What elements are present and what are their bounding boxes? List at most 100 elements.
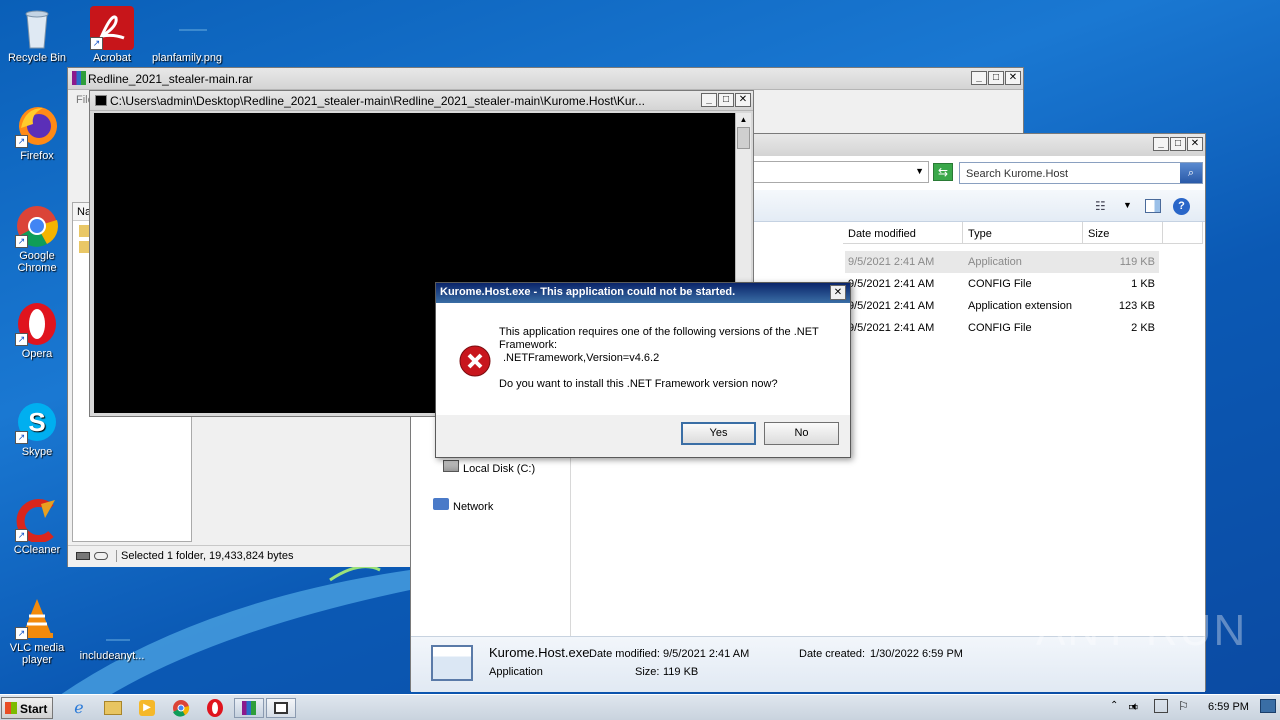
- minimize-button[interactable]: _: [701, 93, 717, 107]
- dialog-title: Kurome.Host.exe - This application could…: [440, 286, 736, 298]
- start-button[interactable]: Start: [1, 697, 53, 719]
- console-title: C:\Users\admin\Desktop\Redline_2021_stea…: [110, 94, 645, 108]
- shortcut-arrow-icon: ↗: [15, 333, 28, 346]
- file-size: 119 KB: [1119, 256, 1155, 268]
- windows-logo-icon: [5, 702, 17, 714]
- console-titlebar[interactable]: C:\Users\admin\Desktop\Redline_2021_stea…: [90, 91, 753, 111]
- desktop-icon-acrobat[interactable]: ↗ Acrobat: [75, 6, 149, 64]
- chevron-down-icon[interactable]: ▼: [915, 166, 924, 176]
- refresh-button[interactable]: ⇆: [933, 163, 953, 181]
- shortcut-arrow-icon: ↗: [90, 37, 103, 50]
- file-date: 9/5/2021 2:41 AM: [848, 278, 935, 290]
- opera-taskbar-icon[interactable]: [204, 698, 226, 718]
- details-date-modified: 9/5/2021 2:41 AM: [663, 648, 750, 660]
- drive-icon: [76, 552, 90, 560]
- maximize-button[interactable]: □: [988, 71, 1004, 85]
- volume-icon[interactable]: 🔈︎: [1132, 699, 1139, 714]
- explorer-address-bar[interactable]: ▼: [751, 161, 929, 183]
- shortcut-arrow-icon: ↗: [15, 235, 28, 248]
- error-dialog[interactable]: Kurome.Host.exe - This application could…: [435, 282, 851, 458]
- media-player-icon[interactable]: ▶: [136, 698, 158, 718]
- chrome-taskbar-icon[interactable]: [170, 698, 192, 718]
- column-header-date-modified[interactable]: Date modified: [843, 222, 963, 244]
- desktop-icon-includeanyt[interactable]: includeanyt...: [75, 604, 149, 662]
- column-header-size[interactable]: Size: [1083, 222, 1163, 244]
- shortcut-arrow-icon: ↗: [15, 627, 28, 640]
- close-button[interactable]: ✕: [735, 93, 751, 107]
- file-row[interactable]: 9/5/2021 2:41 AM CONFIG File 1 KB: [845, 273, 1159, 295]
- close-button[interactable]: ✕: [1005, 71, 1021, 85]
- dialog-titlebar[interactable]: Kurome.Host.exe - This application could…: [436, 283, 850, 303]
- help-icon[interactable]: ?: [1173, 198, 1190, 215]
- file-row[interactable]: 9/5/2021 2:41 AM CONFIG File 2 KB: [845, 317, 1159, 339]
- details-kind: Application: [489, 666, 543, 678]
- chevron-down-icon[interactable]: ▼: [1123, 200, 1132, 210]
- desktop-icon-label: VLC media player: [9, 642, 65, 666]
- console-taskbar-icon[interactable]: [266, 698, 296, 718]
- nav-local-disk[interactable]: Local Disk (C:): [463, 463, 535, 475]
- recycle-bin-icon: [15, 6, 59, 50]
- scroll-up-icon[interactable]: ▲: [736, 113, 751, 127]
- dialog-message-line-4: Do you want to install this .NET Framewo…: [499, 378, 778, 390]
- flag-icon[interactable]: ⚐: [1178, 699, 1189, 713]
- nav-network[interactable]: Network: [453, 501, 493, 513]
- desktop-icon-ccleaner[interactable]: ↗ CCleaner: [0, 498, 74, 556]
- minimize-button[interactable]: _: [1153, 137, 1169, 151]
- vlc-icon: ↗: [15, 596, 59, 640]
- key-icon: [94, 552, 108, 560]
- file-row[interactable]: 9/5/2021 2:41 AM Application 119 KB: [845, 251, 1159, 273]
- column-header-type[interactable]: Type: [963, 222, 1083, 244]
- search-box[interactable]: Search Kurome.Host ⌕: [959, 162, 1203, 184]
- dialog-body: This application requires one of the fol…: [436, 303, 850, 415]
- shortcut-arrow-icon: ↗: [15, 529, 28, 542]
- preview-pane-icon[interactable]: [1145, 199, 1161, 213]
- file-type: Application: [968, 256, 1022, 268]
- file-date: 9/5/2021 2:41 AM: [848, 322, 935, 334]
- show-desktop-button[interactable]: [1260, 699, 1276, 713]
- desktop-icon-opera[interactable]: ↗ Opera: [0, 302, 74, 360]
- close-button[interactable]: ✕: [830, 285, 846, 300]
- maximize-button[interactable]: □: [1170, 137, 1186, 151]
- ie-icon[interactable]: ℯ: [68, 698, 90, 718]
- maximize-button[interactable]: □: [718, 93, 734, 107]
- ccleaner-icon: ↗: [15, 498, 59, 543]
- desktop-icon-label: Skype: [21, 446, 53, 458]
- file-row[interactable]: 9/5/2021 2:41 AM Application extension 1…: [845, 295, 1159, 317]
- file-date: 9/5/2021 2:41 AM: [848, 256, 935, 268]
- file-type: CONFIG File: [968, 322, 1032, 334]
- winrar-status-text: Selected 1 folder, 19,433,824 bytes: [116, 550, 293, 562]
- desktop-icon-recycle-bin[interactable]: Recycle Bin: [0, 6, 74, 64]
- close-button[interactable]: ✕: [1187, 137, 1203, 151]
- details-date-created: 1/30/2022 6:59 PM: [870, 648, 963, 660]
- winrar-taskbar-icon[interactable]: [234, 698, 264, 718]
- file-date: 9/5/2021 2:41 AM: [848, 300, 935, 312]
- no-button[interactable]: No: [764, 422, 839, 445]
- network-tray-icon[interactable]: [1154, 699, 1168, 713]
- views-icon[interactable]: ☷: [1095, 199, 1106, 213]
- minimize-button[interactable]: _: [971, 71, 987, 85]
- desktop-icon-vlc[interactable]: ↗ VLC media player: [0, 596, 74, 666]
- winrar-titlebar[interactable]: Redline_2021_stealer-main.rar _ □ ✕: [68, 68, 1023, 90]
- file-type: CONFIG File: [968, 278, 1032, 290]
- yes-button[interactable]: Yes: [681, 422, 756, 445]
- file-explorer-icon[interactable]: [102, 698, 124, 718]
- show-hidden-icons[interactable]: ⌃: [1110, 700, 1118, 711]
- firefox-icon: ↗: [15, 104, 59, 148]
- desktop-icon-label: CCleaner: [13, 544, 61, 556]
- scrollbar-thumb[interactable]: [737, 127, 750, 149]
- desktop-icon-google-chrome[interactable]: ↗ Google Chrome: [0, 204, 74, 274]
- search-icon[interactable]: ⌕: [1180, 163, 1202, 183]
- details-filename: Kurome.Host.exe: [489, 645, 590, 660]
- desktop-icon-skype[interactable]: S ↗ Skype: [0, 400, 74, 458]
- desktop-icon-firefox[interactable]: ↗ Firefox: [0, 104, 74, 162]
- shortcut-arrow-icon: ↗: [15, 135, 28, 148]
- file-size: 123 KB: [1118, 300, 1155, 312]
- opera-icon: ↗: [15, 302, 59, 346]
- desktop-icon-planfamily[interactable]: planfamily.png: [150, 6, 224, 64]
- network-icon: [433, 498, 449, 510]
- column-header-empty: [1163, 222, 1203, 244]
- search-input[interactable]: Search Kurome.Host: [966, 168, 1068, 180]
- chrome-icon: ↗: [15, 204, 59, 248]
- clock[interactable]: 6:59 PM: [1208, 701, 1249, 713]
- desktop-icon-label: Firefox: [20, 150, 54, 162]
